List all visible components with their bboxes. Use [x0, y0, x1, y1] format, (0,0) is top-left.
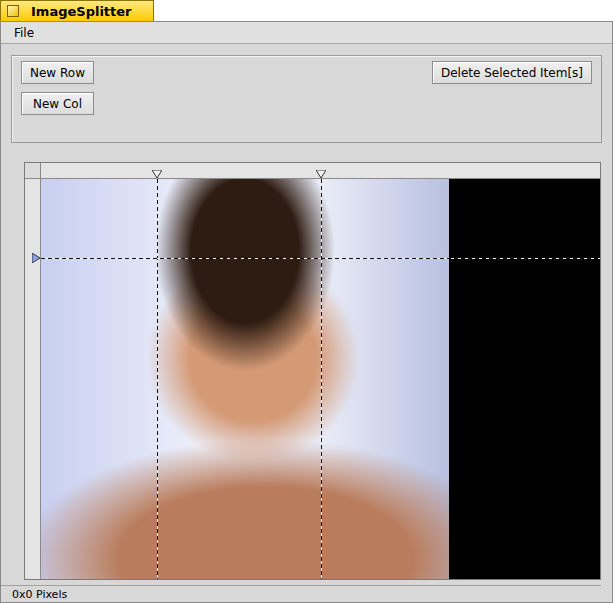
image-viewport — [41, 179, 600, 579]
app: ImageSplitter File New Row New Col Delete Se… — [0, 0, 613, 603]
control-panel: New Row New Col Delete Selected Item[s] — [11, 55, 602, 143]
button-column: New Row New Col — [21, 61, 94, 115]
left-ruler[interactable] — [25, 179, 41, 579]
column-guide[interactable] — [321, 179, 322, 579]
canvas — [24, 162, 601, 580]
row-guide[interactable] — [41, 258, 600, 259]
window: File New Row New Col Delete Selected Item[s… — [0, 21, 613, 603]
new-row-button[interactable]: New Row — [21, 61, 94, 84]
photo — [41, 179, 449, 579]
column-marker-icon[interactable] — [152, 170, 162, 178]
title-tab[interactable]: ImageSplitter — [0, 0, 154, 21]
menu-item[interactable]: File — [12, 26, 36, 40]
column-guide[interactable] — [157, 179, 158, 579]
status-bar: 0x0 Pixels — [1, 585, 601, 602]
empty-area — [449, 179, 600, 579]
menu-bar: File — [1, 22, 612, 44]
window-title: ImageSplitter — [31, 4, 132, 19]
row-marker-icon[interactable] — [32, 253, 40, 263]
column-marker-icon[interactable] — [316, 170, 326, 178]
top-ruler[interactable] — [41, 163, 600, 179]
close-icon[interactable] — [7, 5, 19, 17]
ruler-corner — [25, 163, 41, 179]
delete-button[interactable]: Delete Selected Item[s] — [432, 61, 592, 84]
new-col-button[interactable]: New Col — [21, 92, 94, 115]
